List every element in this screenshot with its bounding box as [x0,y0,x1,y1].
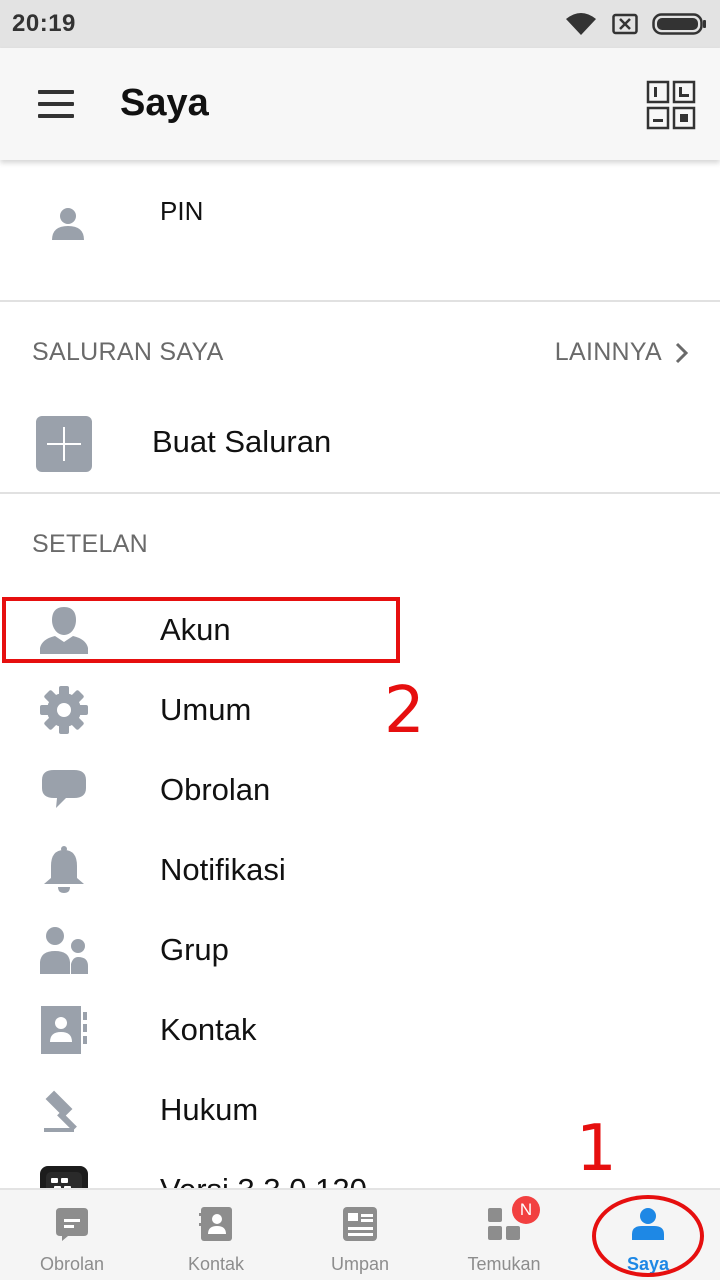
contact-book-icon [41,1006,87,1054]
setting-item-notifications[interactable]: Notifikasi [0,830,720,910]
annotation-step-2: 2 [384,674,425,748]
bell-icon [44,846,84,893]
annotation-highlight-box [2,597,400,663]
setting-label: Obrolan [160,772,271,807]
annotation-step-1: 1 [576,1112,617,1186]
nav-label: Umpan [330,1254,390,1274]
nav-tab-contacts[interactable]: Kontak [144,1190,288,1280]
nav-label: Obrolan [39,1254,105,1274]
app-bar: Saya [0,48,720,160]
settings-section-header: SETELAN [32,530,149,558]
gavel-icon [44,1090,77,1132]
setting-label: Kontak [160,1012,257,1047]
menu-icon[interactable] [38,90,74,118]
contacts-icon [199,1207,232,1241]
setting-label: Hukum [160,1092,259,1127]
nav-label: Kontak [187,1254,245,1274]
nav-tab-discover[interactable]: N Temukan [432,1190,576,1280]
wifi-icon [566,13,596,35]
nav-tab-chats[interactable]: Obrolan [0,1190,144,1280]
setting-label: Grup [160,932,229,967]
create-channel-row[interactable]: Buat Saluran [0,390,720,494]
setting-item-general[interactable]: Umum [0,670,720,750]
chat-icon [56,1208,88,1241]
status-icons [564,11,708,37]
page-title: Saya [120,82,209,124]
create-channel-label: Buat Saluran [152,424,332,459]
profile-pin-row[interactable]: PIN [0,160,720,302]
pin-label: PIN [160,196,204,226]
more-channels-link[interactable]: LAINNYA [555,338,690,367]
avatar-icon [52,208,84,240]
setting-label: Versi 3.3.0.120 [160,1172,367,1188]
more-label: LAINNYA [554,338,662,366]
setting-item-chats[interactable]: Obrolan [0,750,720,830]
nav-tab-feed[interactable]: Umpan [288,1190,432,1280]
battery-icon [652,13,706,35]
notification-badge: N [512,1196,540,1224]
setting-label: Notifikasi [160,852,286,887]
screen: 20:19 Saya PIN SALURAN SAYA LAINNYA Buat… [0,0,720,1280]
plus-icon [36,416,92,472]
annotation-highlight-circle [592,1195,704,1277]
chat-bubble-icon [42,770,86,808]
profile-content: PIN SALURAN SAYA LAINNYA Buat Saluran SE… [0,160,720,1188]
no-sim-icon [612,13,638,35]
setting-item-contacts[interactable]: Kontak [0,990,720,1070]
setting-item-groups[interactable]: Grup [0,910,720,990]
gear-icon [40,686,88,734]
channels-section-header: SALURAN SAYA [32,338,224,366]
status-bar: 20:19 [0,0,720,48]
chevron-right-icon [675,342,689,363]
group-icon [40,927,88,974]
feed-icon [343,1207,377,1241]
setting-label: Umum [160,692,252,727]
qr-code-icon[interactable] [646,80,696,130]
nav-label: Temukan [467,1254,541,1274]
status-time: 20:19 [12,10,76,37]
bbm-icon [40,1166,88,1188]
